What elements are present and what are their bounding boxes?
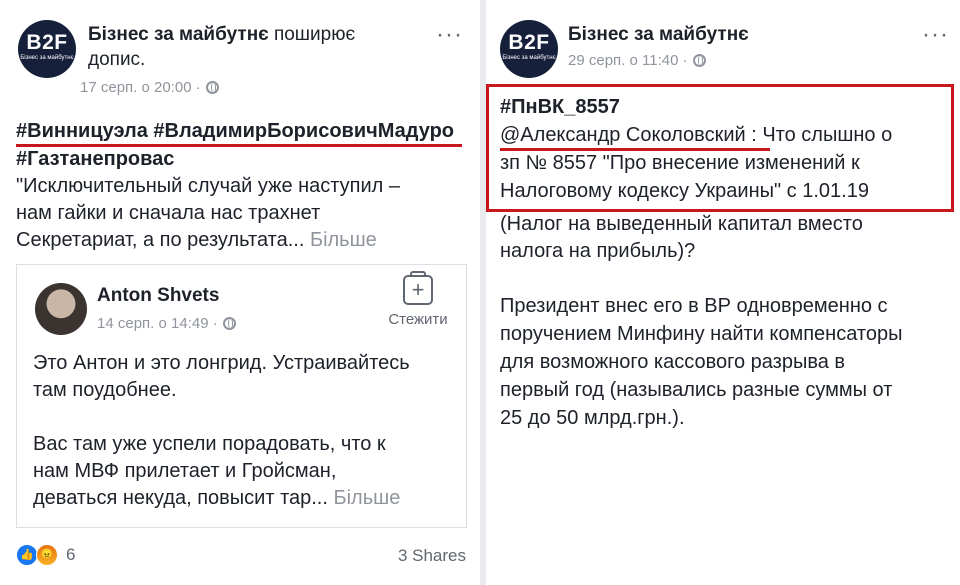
- post-timestamp[interactable]: 29 серп. о 11:40 ·: [568, 52, 688, 69]
- shared-body-text: деваться некуда, повысит тар...: [33, 487, 328, 509]
- hashtag-pnvk[interactable]: #ПнВК_8557: [500, 94, 620, 121]
- shared-author-name[interactable]: Anton Shvets: [97, 285, 219, 307]
- shared-timestamp[interactable]: 14 серп. о 14:49 ·: [97, 315, 218, 332]
- avatar[interactable]: [35, 283, 87, 335]
- shared-body-line: нам МВФ прилетает и Гройсман,: [33, 460, 337, 482]
- avatar-tagline: Бізнес за майбутнє: [20, 55, 74, 61]
- more-options-icon[interactable]: ···: [922, 23, 949, 47]
- shared-post-card[interactable]: Anton Shvets 14 серп. о 14:49 · + Стежит…: [16, 264, 467, 528]
- left-post: B2F Бізнес за майбутнє Бізнес за майбутн…: [0, 0, 480, 585]
- post-body-line: @Александр Соколовский : Что слышно о: [500, 124, 893, 146]
- globe-icon: [222, 317, 236, 330]
- post-meta: 17 серп. о 20:00 ·: [80, 79, 219, 96]
- reactions-bar[interactable]: 👍 😠 6: [16, 544, 75, 566]
- shares-count[interactable]: 3 Shares: [398, 546, 466, 566]
- page-avatar[interactable]: B2F Бізнес за майбутнє: [500, 20, 558, 78]
- post-body-line: Президент внес его в ВР одновременно с: [500, 295, 888, 317]
- angry-icon: 😠: [36, 544, 58, 566]
- post-meta: 29 серп. о 11:40 ·: [568, 52, 706, 69]
- save-button[interactable]: + Стежити: [383, 271, 453, 328]
- avatar-logo-text: B2F: [26, 31, 68, 54]
- post-body-line: для возможного кассового разрыва в: [500, 351, 846, 373]
- see-more-link[interactable]: Більше: [310, 229, 377, 251]
- hashtag-gaztaneprovas[interactable]: #Газтанепровас: [16, 146, 174, 173]
- page-avatar[interactable]: B2F Бізнес за майбутнє: [18, 20, 76, 78]
- post-timestamp[interactable]: 17 серп. о 20:00 ·: [80, 79, 201, 96]
- avatar-logo-text: B2F: [508, 31, 550, 54]
- like-icon: 👍: [16, 544, 38, 566]
- post-body-line: первый год (назывались разные суммы от: [500, 379, 893, 401]
- hashtags-line[interactable]: #Винницуэла #ВладимирБорисовичМадуро: [16, 118, 454, 145]
- post-body-text: Секретариат, а по результата...: [16, 229, 305, 251]
- more-options-icon[interactable]: ···: [436, 23, 463, 47]
- see-more-link[interactable]: Більше: [333, 487, 400, 509]
- post-body-line: 25 до 50 млрд.грн.).: [500, 407, 685, 429]
- post-header: Бізнес за майбутнє поширює допис.: [88, 22, 408, 72]
- post-header: Бізнес за майбутнє: [568, 22, 749, 47]
- right-post: B2F Бізнес за майбутнє Бізнес за майбутн…: [486, 0, 960, 585]
- shared-body-line: Это Антон и это лонгрид. Устраивайтесь: [33, 352, 410, 374]
- shared-body-line: там поудобнее.: [33, 379, 177, 401]
- shared-body-line: деваться некуда, повысит тар... Більше: [33, 485, 400, 512]
- post-body-line: зп № 8557 "Про внесение изменений к: [500, 152, 860, 174]
- post-body-line: налога на прибыль)?: [500, 240, 696, 262]
- page-name-link[interactable]: Бізнес за майбутнє: [88, 24, 269, 45]
- post-body-line: (Налог на выведенный капитал вместо: [500, 213, 863, 235]
- post-body-line: Секретариат, а по результата... Більше: [16, 227, 377, 254]
- post-body-line: "Исключительный случай уже наступил –: [16, 175, 401, 197]
- post-body-line: нам гайки и сначала нас трахнет: [16, 202, 321, 224]
- globe-icon: [692, 54, 706, 67]
- shared-post-meta: 14 серп. о 14:49 ·: [97, 315, 236, 332]
- reaction-count: 6: [66, 545, 76, 564]
- shared-body-line: Вас там уже успели порадовать, что к: [33, 433, 386, 455]
- globe-icon: [205, 81, 219, 94]
- post-body-line: поручением Минфину найти компенсаторы: [500, 323, 903, 345]
- save-label: Стежити: [388, 311, 448, 328]
- save-icon: +: [403, 271, 433, 305]
- page-name-link[interactable]: Бізнес за майбутнє: [568, 24, 749, 45]
- post-body-line: Налоговому кодексу Украины" с 1.01.19: [500, 180, 869, 202]
- avatar-tagline: Бізнес за майбутнє: [502, 55, 556, 61]
